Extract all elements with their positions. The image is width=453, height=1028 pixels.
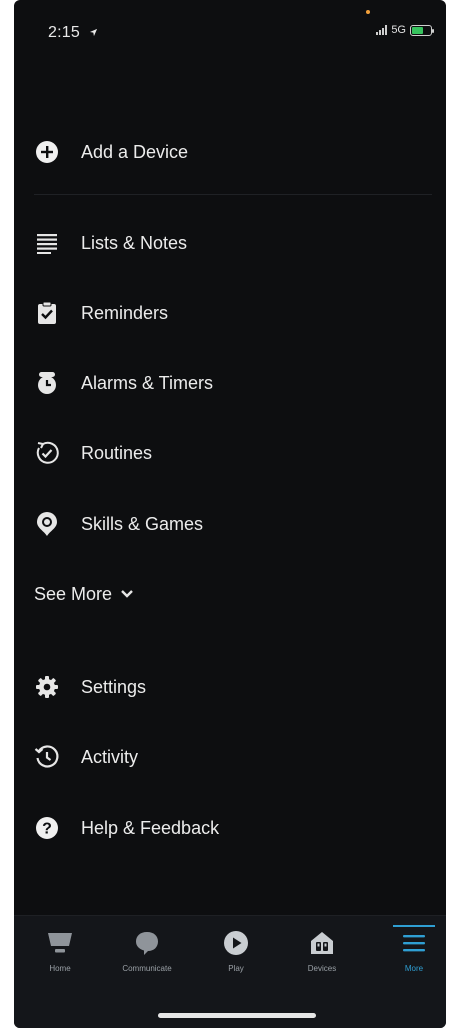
- devices-house-icon: [308, 926, 336, 960]
- nav-home[interactable]: Home: [20, 926, 100, 984]
- location-arrow-icon: [89, 24, 98, 42]
- menu-item-label: Routines: [81, 442, 153, 463]
- home-indicator[interactable]: [158, 1013, 316, 1018]
- menu-item-help-feedback[interactable]: ? Help & Feedback: [14, 800, 446, 856]
- nav-label: Play: [228, 964, 244, 973]
- see-more-button[interactable]: See More: [34, 578, 134, 610]
- nav-more[interactable]: More: [374, 925, 446, 984]
- gear-icon: [34, 674, 60, 700]
- menu-item-settings[interactable]: Settings: [14, 659, 446, 715]
- chevron-down-icon: [120, 589, 134, 599]
- bottom-nav: Home Communicate Play Devices More: [14, 915, 446, 1028]
- menu-item-skills-games[interactable]: Skills & Games: [14, 496, 446, 552]
- menu-item-label: Lists & Notes: [81, 232, 188, 253]
- status-right: 5G: [376, 24, 434, 36]
- nav-label: Home: [49, 964, 71, 973]
- alarm-clock-icon: [34, 370, 60, 396]
- menu-item-add-device[interactable]: Add a Device: [14, 124, 446, 180]
- menu-item-label: Settings: [81, 676, 147, 697]
- menu-item-alarms-timers[interactable]: Alarms & Timers: [14, 355, 446, 411]
- battery-icon: [410, 24, 434, 36]
- history-icon: [34, 744, 60, 770]
- network-type: 5G: [391, 24, 406, 36]
- nav-play[interactable]: Play: [196, 926, 276, 984]
- nav-label: Devices: [307, 964, 337, 973]
- routines-icon: [34, 440, 60, 466]
- menu-item-activity[interactable]: Activity: [14, 729, 446, 785]
- nav-communicate[interactable]: Communicate: [107, 926, 187, 984]
- chat-bubble-icon: [133, 926, 161, 960]
- help-circle-icon: ?: [34, 815, 60, 841]
- nav-label: Communicate: [122, 964, 172, 973]
- status-time-text: 2:15: [48, 24, 80, 42]
- nav-label: More: [404, 964, 424, 973]
- menu-item-routines[interactable]: Routines: [14, 425, 446, 481]
- nav-devices[interactable]: Devices: [282, 926, 362, 984]
- list-icon: [34, 230, 60, 256]
- divider: [34, 194, 432, 195]
- skills-pin-icon: [34, 511, 60, 537]
- home-icon: [46, 926, 74, 960]
- app-screen: 2:15 5G Add a Device Lists & Notes Remin…: [14, 0, 446, 1028]
- privacy-indicator-icon: [366, 10, 370, 14]
- svg-text:?: ?: [42, 821, 52, 838]
- play-icon: [222, 926, 250, 960]
- menu-item-label: Help & Feedback: [81, 817, 220, 838]
- menu-item-lists-notes[interactable]: Lists & Notes: [14, 215, 446, 271]
- menu-item-label: Activity: [81, 746, 139, 767]
- menu-item-label: Reminders: [81, 302, 169, 323]
- see-more-label: See More: [34, 583, 113, 604]
- menu-item-reminders[interactable]: Reminders: [14, 285, 446, 341]
- menu-item-label: Alarms & Timers: [81, 372, 214, 393]
- menu-item-label: Skills & Games: [81, 513, 204, 534]
- status-time: 2:15: [48, 24, 98, 42]
- clipboard-check-icon: [34, 300, 60, 326]
- menu-lines-icon: [401, 926, 427, 960]
- add-circle-icon: [34, 139, 60, 165]
- active-tab-indicator: [393, 925, 435, 927]
- menu-item-label: Add a Device: [81, 141, 189, 162]
- status-bar: 2:15 5G: [14, 0, 446, 60]
- signal-icon: [376, 25, 388, 35]
